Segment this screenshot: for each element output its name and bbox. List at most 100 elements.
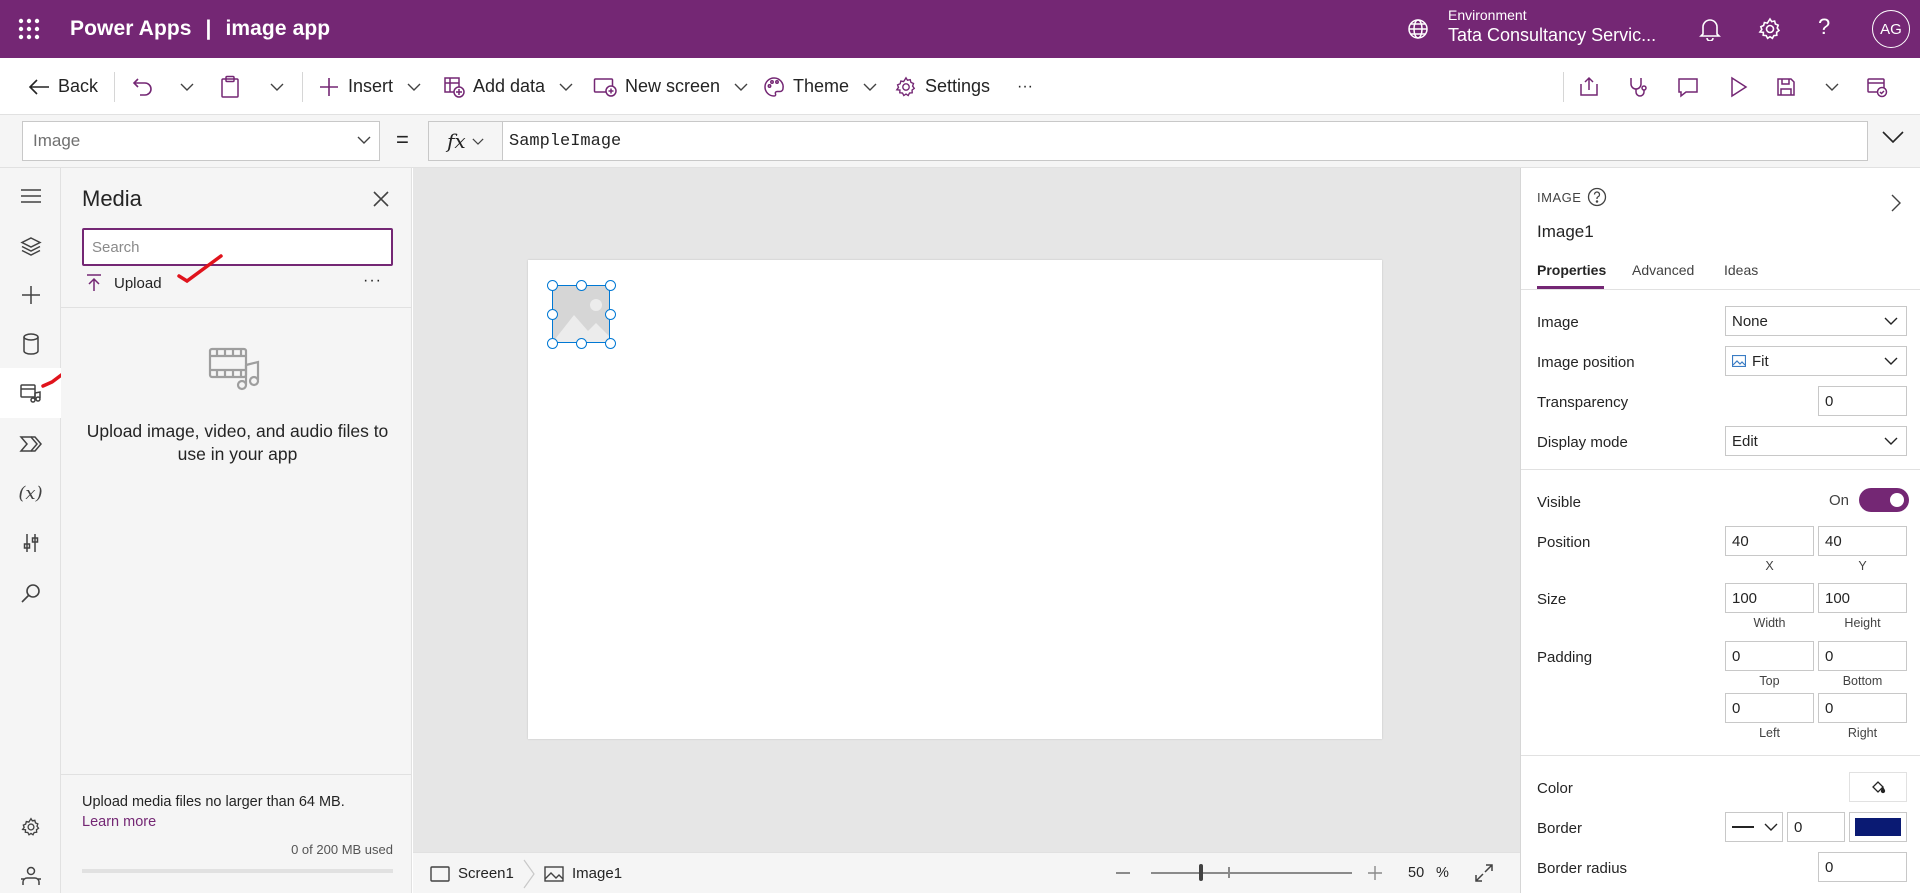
zoom-slider-track[interactable] [1151,872,1352,874]
fit-to-window-expand-icon[interactable] [1474,863,1494,883]
zoom-out-minus-icon[interactable] [1116,872,1130,874]
settings-gear-icon[interactable] [1758,17,1782,41]
border-style-dropdown[interactable] [1725,812,1783,842]
resize-handle[interactable] [605,338,616,349]
collapse-chevron-right-icon[interactable] [1891,194,1901,212]
theme-button[interactable]: Theme [763,58,877,115]
image-dropdown[interactable]: None [1725,306,1907,336]
power-automate-flows-icon[interactable] [0,419,61,469]
resize-handle[interactable] [605,280,616,291]
control-name[interactable]: Image1 [1537,222,1594,242]
border-radius-input[interactable]: 0 [1818,852,1907,882]
property-selector[interactable]: Image [22,121,380,161]
zoom-in-plus-icon[interactable] [1367,865,1383,881]
visible-toggle[interactable] [1859,488,1909,512]
padding-top-input[interactable]: 0 [1725,641,1814,671]
padding-bottom-input[interactable]: 0 [1818,641,1907,671]
padding-right-input[interactable]: 0 [1818,693,1907,723]
zoom-value[interactable]: 50 [1408,865,1424,881]
share-button[interactable] [1578,58,1600,115]
tab-advanced[interactable]: Advanced [1632,262,1694,278]
size-width-input[interactable]: 100 [1725,583,1814,613]
control-type-label: IMAGE [1537,190,1582,205]
notifications-bell-icon[interactable] [1699,17,1721,41]
tab-properties[interactable]: Properties [1537,262,1606,278]
app-checker-button[interactable] [1627,58,1649,115]
transparency-input[interactable]: 0 [1818,386,1907,416]
chevron-down-icon [1884,357,1898,365]
search-icon[interactable] [0,568,61,618]
save-dropdown-chevron-icon[interactable] [1825,58,1839,115]
divider [1563,72,1564,102]
visible-label: Visible [1537,494,1581,511]
image-dropdown-value: None [1732,312,1768,330]
advanced-tools-icon[interactable] [0,518,61,568]
media-search-input[interactable] [82,228,393,266]
resize-handle[interactable] [576,280,587,291]
expand-formula-chevron-icon[interactable] [1882,131,1904,143]
resize-handle[interactable] [576,338,587,349]
zoom-slider-thumb[interactable] [1199,864,1204,881]
settings-button[interactable]: Settings [895,58,990,115]
breadcrumb-screen1[interactable]: Screen1 [430,853,514,893]
paint-bucket-icon [1872,781,1886,794]
environment-icon[interactable] [1406,17,1430,41]
help-circle-icon[interactable] [1587,187,1607,207]
display-mode-dropdown[interactable]: Edit [1725,426,1907,456]
insert-plus-icon[interactable] [0,270,61,320]
settings-gear-icon[interactable] [0,802,61,852]
app-launcher-icon[interactable] [18,18,40,40]
divider [1521,469,1920,470]
user-avatar[interactable]: AG [1872,10,1910,48]
comments-button[interactable] [1677,58,1699,115]
annotation-checkmark [175,250,227,284]
image-label: Image [1537,314,1579,331]
hamburger-menu-icon[interactable] [0,171,61,221]
new-screen-button[interactable]: New screen [593,58,748,115]
media-more-options-button[interactable]: ··· [363,272,382,290]
preview-play-button[interactable] [1728,58,1748,115]
border-color-picker[interactable] [1849,812,1907,842]
help-question-icon[interactable]: ? [1818,14,1830,40]
position-y-input[interactable]: 40 [1818,526,1907,556]
undo-dropdown-chevron-icon[interactable] [180,58,194,115]
add-data-table-icon [444,76,465,98]
image-position-dropdown[interactable]: Fit [1725,346,1907,376]
undo-button[interactable] [132,58,154,115]
fx-function-button[interactable]: fx [428,121,503,161]
environment-name[interactable]: Tata Consultancy Servic... [1448,25,1656,46]
title-separator: | [205,17,212,40]
resize-handle[interactable] [547,309,558,320]
property-selector-value: Image [33,131,81,150]
zoom-slider-tick [1228,867,1230,878]
resize-handle[interactable] [547,280,558,291]
data-cylinder-icon[interactable] [0,319,61,369]
tab-ideas[interactable]: Ideas [1724,262,1758,278]
upload-button[interactable]: Upload [86,274,162,292]
close-icon[interactable] [372,190,390,208]
virtual-agent-icon[interactable] [0,851,61,893]
tree-view-layers-icon[interactable] [0,221,61,271]
save-button[interactable] [1776,58,1796,115]
back-button[interactable]: Back [28,58,98,115]
padding-left-input[interactable]: 0 [1725,693,1814,723]
position-x-input[interactable]: 40 [1725,526,1814,556]
formula-input[interactable]: SampleImage [502,121,1868,161]
border-thickness-input[interactable]: 0 [1787,812,1845,842]
breadcrumb-image1[interactable]: Image1 [544,853,622,893]
screen1-canvas[interactable] [528,260,1382,739]
breadcrumb-control-label: Image1 [572,865,623,882]
add-data-button[interactable]: Add data [443,58,573,115]
paste-dropdown-chevron-icon[interactable] [270,58,284,115]
variables-x-icon[interactable]: (x) [0,468,61,518]
resize-handle[interactable] [605,309,616,320]
size-height-input[interactable]: 100 [1818,583,1907,613]
color-picker-button[interactable] [1849,772,1907,802]
publish-button[interactable] [1866,58,1888,115]
settings-gear-icon [895,76,916,97]
paste-button[interactable] [220,58,240,115]
resize-handle[interactable] [547,338,558,349]
insert-button[interactable]: Insert [318,58,421,115]
learn-more-link[interactable]: Learn more [82,814,156,830]
more-commands-button[interactable]: ··· [1017,58,1033,115]
